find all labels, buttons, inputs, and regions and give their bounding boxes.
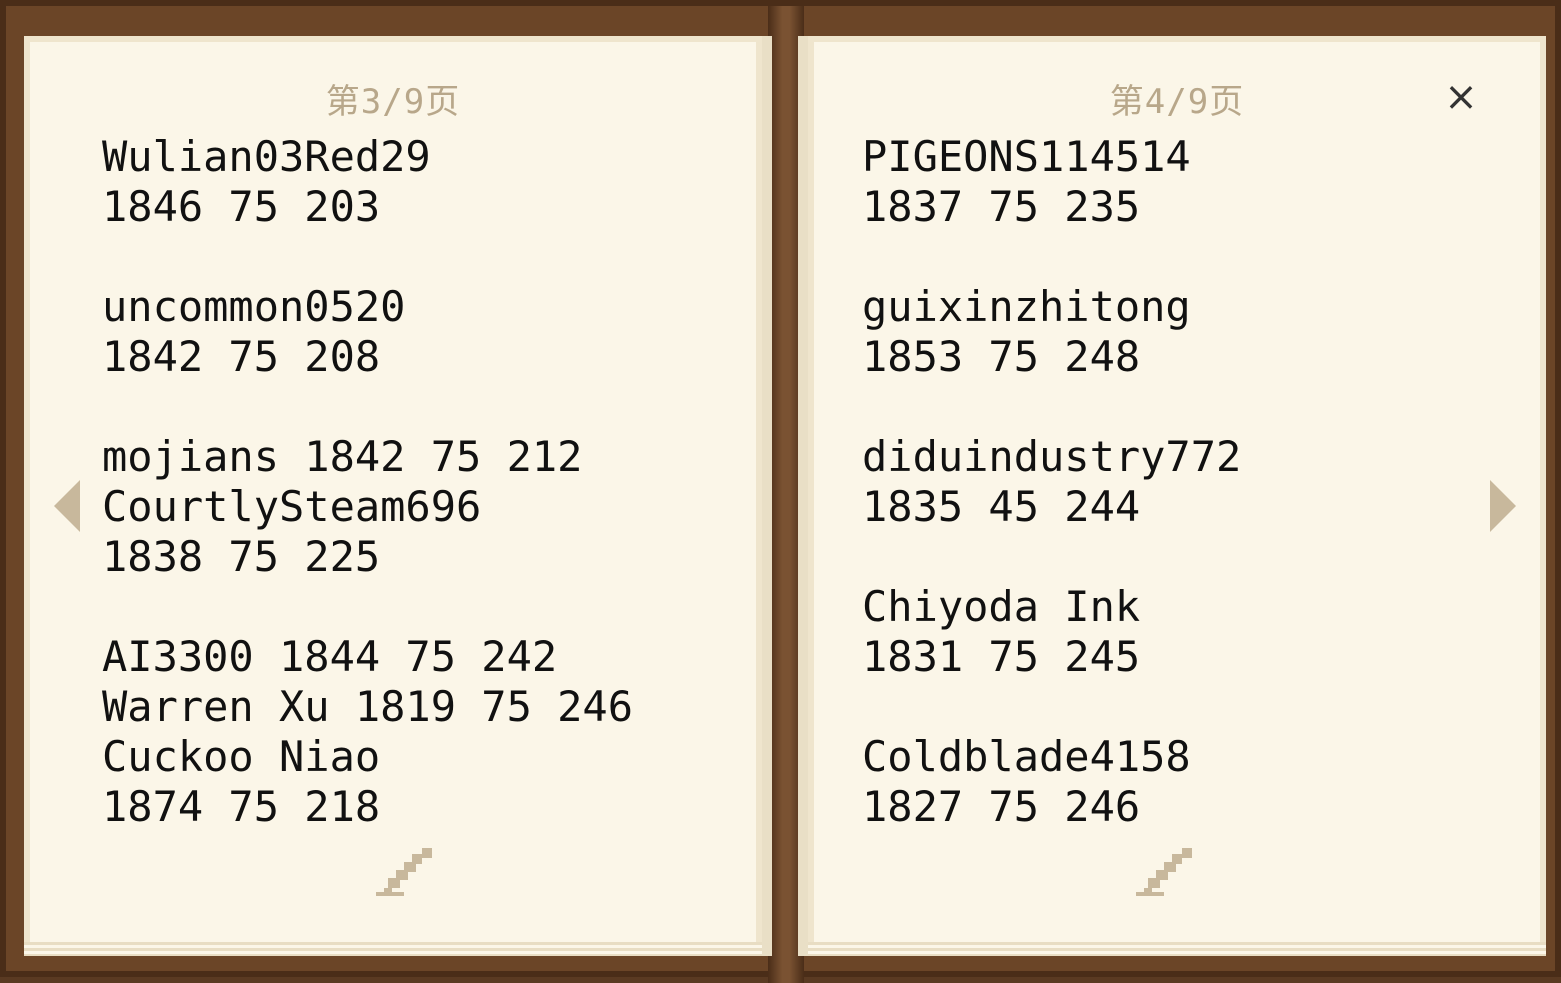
arrow-right-icon[interactable] [1482, 476, 1522, 536]
page-edge [808, 942, 1546, 956]
right-page-text[interactable]: PIGEONS114514 1837 75 235 guixinzhitong … [862, 132, 1241, 832]
left-page-number: 第3/9页 [325, 82, 461, 122]
arrow-left-icon[interactable] [48, 476, 88, 536]
quill-pen-icon[interactable] [374, 848, 444, 908]
book-gui: 第3/9页 Wulian03Red29 1846 75 203 uncommon… [0, 0, 1561, 983]
quill-pen-icon[interactable] [1134, 848, 1204, 908]
left-page: 第3/9页 Wulian03Red29 1846 75 203 uncommon… [24, 36, 772, 956]
right-page-number: 第4/9页 [1109, 82, 1245, 122]
page-edge [24, 942, 762, 956]
right-page: 第4/9页 PIGEONS114514 1837 75 235 guixinzh… [798, 36, 1546, 956]
left-page-text[interactable]: Wulian03Red29 1846 75 203 uncommon0520 1… [102, 132, 633, 832]
close-button[interactable]: × [1438, 74, 1484, 120]
close-icon: × [1444, 74, 1478, 120]
